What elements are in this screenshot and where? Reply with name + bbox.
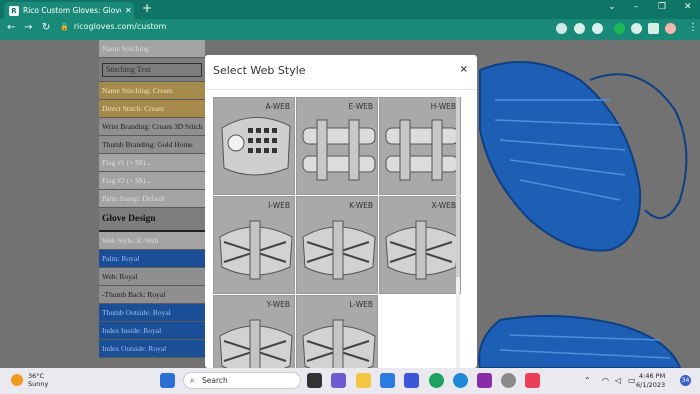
option-row[interactable]: Index Inside: Royal	[99, 322, 205, 340]
file-explorer-icon[interactable]	[356, 373, 371, 388]
microsoft-store-icon[interactable]	[380, 373, 395, 388]
edge-icon[interactable]	[453, 373, 468, 388]
url-text: ricogloves.com/custom	[73, 22, 167, 31]
option-row[interactable]: Name Stitching	[99, 40, 205, 58]
modal-close-button[interactable]: ×	[460, 64, 468, 75]
teams-chat-icon[interactable]	[331, 373, 346, 388]
a-web-icon	[221, 117, 291, 176]
web-label: H-WEB	[430, 102, 456, 111]
spotify-extension-icon[interactable]	[614, 23, 625, 34]
browser-toolbar: ← → ↻ 🔒 ricogloves.com/custom ⋮	[0, 19, 700, 40]
windows-taskbar: 36°C Sunny ⌕ Search ⌃ ◠ ◁ ▭ 4:46 PM 6/1/…	[0, 368, 700, 394]
options-panel: Name Stitching Stitching Text Name Stitchi…	[99, 40, 205, 368]
weather-temperature: 36°C	[28, 372, 45, 380]
sun-icon	[11, 374, 23, 386]
k-web-icon	[302, 220, 376, 280]
app-icon-w[interactable]	[404, 373, 419, 388]
google-lens-icon[interactable]	[556, 23, 567, 34]
i-web-icon	[219, 220, 293, 280]
address-bar[interactable]: 🔒 ricogloves.com/custom	[60, 22, 166, 31]
web-style-grid: A-WEB E-WEB H-WEB I-WEB K-WEB X-WEB Y-WEB L-WEB	[213, 97, 461, 393]
web-label: E-WEB	[348, 102, 373, 111]
search-placeholder: Search	[202, 376, 228, 385]
web-option-x-web[interactable]: X-WEB	[379, 196, 461, 294]
close-window-button[interactable]: ✕	[684, 2, 692, 12]
search-icon: ⌕	[190, 376, 195, 385]
option-row[interactable]: -Thumb Back: Royal	[99, 286, 205, 304]
settings-gear-icon[interactable]	[501, 373, 516, 388]
stitching-text-row[interactable]: Stitching Text	[99, 58, 205, 82]
task-view-icon[interactable]	[307, 373, 322, 388]
web-option-e-web[interactable]: E-WEB	[296, 97, 378, 195]
new-tab-button[interactable]: +	[142, 1, 152, 15]
site-favicon-icon: R	[9, 5, 19, 16]
glove-preview-image	[478, 61, 688, 368]
modal-scrollbar[interactable]	[456, 97, 460, 368]
volume-icon[interactable]: ◁	[615, 376, 621, 385]
browser-tab[interactable]: R Rico Custom Gloves: Glove Cust... ✕	[4, 2, 134, 19]
forward-button[interactable]: →	[24, 22, 32, 33]
web-option-h-web[interactable]: H-WEB	[379, 97, 461, 195]
option-row[interactable]: Index Outside: Royal	[99, 340, 205, 358]
clock-date: 6/1/2023	[636, 381, 666, 389]
modal-divider	[205, 89, 477, 90]
h-web-icon	[385, 119, 459, 181]
tab-bar: R Rico Custom Gloves: Glove Cust... ✕ + …	[0, 0, 700, 19]
scrollbar-thumb[interactable]	[456, 97, 460, 277]
web-option-a-web[interactable]: A-WEB	[213, 97, 295, 195]
battery-icon[interactable]: ▭	[628, 376, 636, 385]
x-web-icon	[385, 220, 459, 280]
system-clock[interactable]: 4:46 PM 6/1/2023	[636, 372, 665, 390]
taskbar-search[interactable]: ⌕ Search	[183, 372, 301, 389]
notification-badge[interactable]: 34	[680, 375, 691, 386]
option-row[interactable]: Web Style: K-Web	[99, 232, 205, 250]
tab-search-icon[interactable]: ⌄	[608, 2, 616, 12]
modal-title: Select Web Style	[213, 64, 306, 77]
wifi-icon[interactable]: ◠	[602, 376, 609, 385]
section-header: Glove Design	[99, 208, 205, 232]
tab-close-icon[interactable]: ✕	[125, 6, 132, 15]
web-label: I-WEB	[268, 201, 290, 210]
profile-avatar[interactable]	[665, 23, 676, 34]
weather-widget[interactable]: 36°C Sunny	[11, 372, 48, 388]
minimize-button[interactable]: –	[634, 2, 639, 12]
option-row[interactable]: Direct Stitch: Cream	[99, 100, 205, 118]
sidebar-icon[interactable]	[648, 23, 659, 34]
option-row[interactable]: Thumb Outside: Royal	[99, 304, 205, 322]
browser-menu-icon[interactable]: ⋮	[688, 22, 698, 33]
web-label: A-WEB	[265, 102, 290, 111]
web-label: L-WEB	[349, 300, 373, 309]
weather-description: Sunny	[28, 380, 49, 388]
back-button[interactable]: ←	[7, 22, 15, 33]
option-row[interactable]: Palm Stamp: Default	[99, 190, 205, 208]
web-style-modal: Select Web Style × A-WEB E-WEB H-WEB I-WEB K…	[205, 55, 477, 393]
start-windows-icon[interactable]	[160, 373, 175, 388]
option-row[interactable]: Flag #2 (+ $$)...	[99, 172, 205, 190]
option-row[interactable]: Thumb Branding: Gold Home	[99, 136, 205, 154]
slack-icon[interactable]	[525, 373, 540, 388]
option-row[interactable]: Name Stitching: Cream	[99, 82, 205, 100]
web-option-i-web[interactable]: I-WEB	[213, 196, 295, 294]
option-row[interactable]: Flag #1 (+ $$)...	[99, 154, 205, 172]
web-label: X-WEB	[431, 201, 456, 210]
e-web-icon	[302, 119, 376, 181]
stitching-text-input[interactable]: Stitching Text	[102, 62, 202, 77]
bookmark-star-icon[interactable]	[592, 23, 603, 34]
lock-icon: 🔒	[60, 22, 69, 31]
option-row[interactable]: Wrist Branding: Cream 3D Stitch	[99, 118, 205, 136]
web-label: K-WEB	[349, 201, 373, 210]
chrome-icon[interactable]	[429, 373, 444, 388]
show-hidden-icons-icon[interactable]: ⌃	[584, 376, 591, 385]
clock-time: 4:46 PM	[639, 372, 666, 380]
tab-title: Rico Custom Gloves: Glove Cust...	[23, 6, 121, 15]
web-label: Y-WEB	[266, 300, 290, 309]
option-row[interactable]: Palm: Royal	[99, 250, 205, 268]
reload-button[interactable]: ↻	[42, 22, 50, 33]
web-option-k-web[interactable]: K-WEB	[296, 196, 378, 294]
option-row[interactable]: Web: Royal	[99, 268, 205, 286]
share-icon[interactable]	[574, 23, 585, 34]
extensions-puzzle-icon[interactable]	[631, 23, 642, 34]
onenote-icon[interactable]	[477, 373, 492, 388]
maximize-button[interactable]: ❐	[658, 2, 666, 12]
